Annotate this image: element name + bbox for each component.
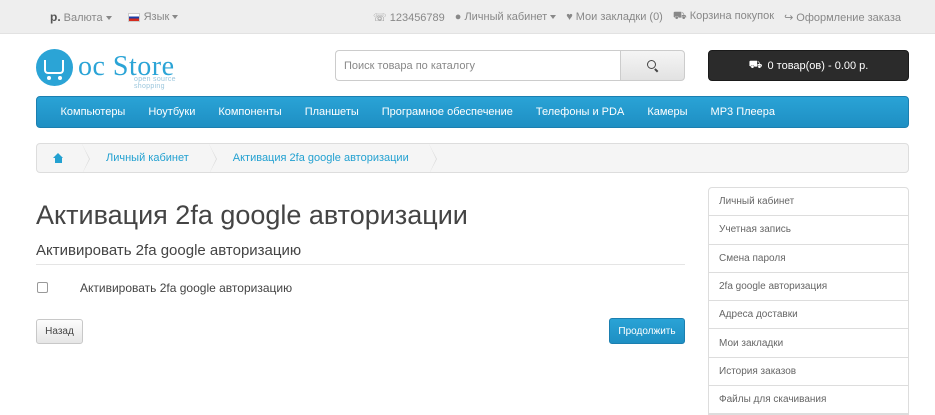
user-icon: ● — [454, 11, 462, 23]
heart-icon: ♥ — [566, 11, 573, 23]
chevron-down-icon — [172, 15, 179, 20]
section-title: Активировать 2fa google авторизацию — [36, 242, 685, 265]
cart-icon: ⛟ — [748, 58, 763, 71]
activate-2fa-checkbox[interactable] — [37, 282, 48, 293]
menu-item-tablets[interactable]: Планшеты — [293, 106, 370, 118]
sidebar-item-downloads[interactable]: Файлы для скачивания — [709, 386, 908, 415]
search-icon — [647, 60, 658, 71]
chevron-down-icon — [550, 15, 557, 20]
activate-2fa-label[interactable]: Активировать 2fa google авторизацию — [80, 281, 292, 295]
menu-item-mp3[interactable]: MP3 Плеера — [699, 106, 786, 118]
main-menu: Компьютеры Ноутбуки Компоненты Планшеты … — [36, 96, 909, 128]
chevron-down-icon — [105, 16, 112, 21]
activate-2fa-row: Активировать 2fa google авторизацию — [36, 281, 685, 295]
account-sidebar: Личный кабинет Учетная запись Смена паро… — [708, 187, 909, 415]
phone-icon: ☏ — [372, 11, 387, 24]
breadcrumb-current[interactable]: Активация 2fa google авторизации — [209, 144, 437, 172]
language-label: Язык — [143, 11, 170, 23]
cart-link[interactable]: ⛟ Корзина покупок — [673, 10, 774, 24]
wishlist-label: Мои закладки (0) — [575, 11, 663, 23]
account-label: Личный кабинет — [464, 11, 548, 23]
menu-item-laptops[interactable]: Ноутбуки — [137, 106, 207, 118]
menu-item-cameras[interactable]: Камеры — [636, 106, 699, 118]
top-bar-left: р. Валюта Язык — [50, 0, 179, 34]
top-bar: р. Валюта Язык ☏ 123456789 ● Личный кабинет… — [0, 0, 935, 34]
share-icon: ↪ — [784, 11, 794, 24]
continue-button[interactable]: Продолжить — [609, 318, 685, 344]
sidebar-item-password[interactable]: Смена пароля — [709, 245, 908, 273]
sidebar-item-account[interactable]: Личный кабинет — [709, 188, 908, 217]
logo[interactable]: oc Store open source shopping — [36, 49, 186, 90]
menu-item-phones[interactable]: Телефоны и PDA — [524, 106, 635, 118]
breadcrumb: Личный кабинет Активация 2fa google авто… — [36, 143, 909, 173]
currency-symbol: р. — [50, 10, 61, 24]
sidebar-item-orders[interactable]: История заказов — [709, 358, 908, 387]
breadcrumb-account[interactable]: Личный кабинет — [82, 144, 217, 172]
currency-dropdown[interactable]: р. Валюта — [50, 10, 112, 24]
breadcrumb-home[interactable] — [37, 144, 90, 172]
logo-cart-icon — [36, 49, 73, 86]
search-button[interactable] — [620, 50, 685, 81]
search-bar — [335, 50, 685, 81]
language-dropdown[interactable]: Язык — [127, 11, 179, 23]
wishlist-link[interactable]: ♥ Мои закладки (0) — [566, 11, 663, 23]
sidebar-item-addresses[interactable]: Адреса доставки — [709, 301, 908, 330]
account-dropdown[interactable]: ● Личный кабинет — [454, 11, 557, 23]
cart-label: Корзина покупок — [689, 10, 775, 22]
search-input[interactable] — [335, 50, 620, 81]
menu-item-components[interactable]: Компоненты — [207, 106, 293, 118]
menu-item-computers[interactable]: Компьютеры — [49, 106, 137, 118]
phone-text: 123456789 — [389, 11, 445, 24]
logo-tagline: open source shopping — [134, 76, 176, 90]
checkout-link[interactable]: ↪ Оформление заказа — [784, 11, 901, 24]
sidebar-item-edit-account[interactable]: Учетная запись — [709, 216, 908, 245]
phone-link[interactable]: ☏ 123456789 — [373, 11, 445, 24]
cart-button[interactable]: ⛟ 0 товар(ов) - 0.00 р. — [708, 50, 909, 81]
page-title: Активация 2fa google авторизации — [36, 200, 468, 230]
menu-item-software[interactable]: Програмное обеспечение — [370, 106, 524, 118]
back-button[interactable]: Назад — [36, 319, 83, 344]
russia-flag-icon — [127, 12, 140, 22]
cart-icon: ⛟ — [672, 10, 687, 22]
currency-label: Валюта — [63, 12, 103, 24]
cart-summary: 0 товар(ов) - 0.00 р. — [767, 59, 869, 72]
sidebar-item-wishlist[interactable]: Мои закладки — [709, 329, 908, 358]
home-icon — [53, 153, 64, 163]
checkout-label: Оформление заказа — [796, 11, 901, 24]
top-bar-right: ☏ 123456789 ● Личный кабинет ♥ Мои закладки… — [373, 0, 901, 34]
sidebar-item-2fa[interactable]: 2fa google авторизация — [709, 273, 908, 302]
